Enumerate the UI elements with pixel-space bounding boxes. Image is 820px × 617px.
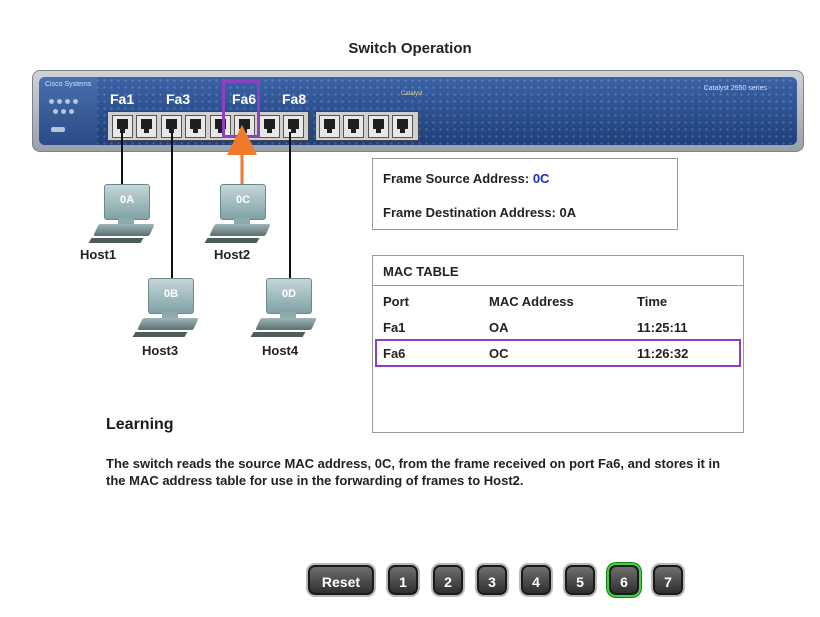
host4-computer: 0D <box>250 278 318 352</box>
keyboard-icon <box>250 332 306 337</box>
table-row-1-port: Fa1 <box>383 320 406 335</box>
new-entry-highlight <box>375 339 741 367</box>
host3-mac: 0B <box>163 288 179 300</box>
step-5-button[interactable]: 5 <box>565 565 595 595</box>
monitor-icon: 0B <box>148 278 194 314</box>
frame-source-line: Frame Source Address: 0C <box>383 171 549 186</box>
frame-source-label: Frame Source Address: <box>383 171 530 186</box>
host3-computer: 0B <box>132 278 200 352</box>
computer-base <box>255 318 317 330</box>
step-description: The switch reads the source MAC address,… <box>106 456 721 488</box>
monitor-icon: 0A <box>104 184 150 220</box>
monitor-icon: 0C <box>220 184 266 220</box>
host4-label: Host4 <box>262 343 299 358</box>
host4-mac: 0D <box>281 288 297 300</box>
column-header-port: Port <box>383 294 409 309</box>
monitor-icon: 0D <box>266 278 312 314</box>
frame-info-box: Frame Source Address: 0C Frame Destinati… <box>372 158 678 230</box>
step-6-button[interactable]: 6 <box>609 565 639 595</box>
keyboard-icon <box>132 332 188 337</box>
mac-table-header: MAC TABLE <box>373 256 743 286</box>
host2-label: Host2 <box>214 247 251 262</box>
step-4-button[interactable]: 4 <box>521 565 551 595</box>
table-row-1-time: 11:25:11 <box>637 320 688 335</box>
computer-base <box>93 224 155 236</box>
keyboard-icon <box>88 238 144 243</box>
host2-mac: 0C <box>235 194 251 206</box>
table-row-1-mac: OA <box>489 320 509 335</box>
frame-source-value: 0C <box>532 171 550 186</box>
step-3-button[interactable]: 3 <box>477 565 507 595</box>
step-1-button[interactable]: 1 <box>388 565 418 595</box>
host1-label: Host1 <box>80 247 117 262</box>
mac-table-title: MAC TABLE <box>383 264 459 279</box>
column-header-time: Time <box>637 294 668 309</box>
column-header-mac: MAC Address <box>489 294 574 309</box>
step-2-button[interactable]: 2 <box>433 565 463 595</box>
frame-destination-line: Frame Destination Address: 0A <box>383 205 577 220</box>
step-title: Learning <box>106 416 174 433</box>
host1-mac: 0A <box>119 194 135 206</box>
step-7-button[interactable]: 7 <box>653 565 683 595</box>
reset-button[interactable]: Reset <box>308 565 374 595</box>
computer-base <box>137 318 199 330</box>
host3-label: Host3 <box>142 343 179 358</box>
keyboard-icon <box>204 238 260 243</box>
computer-base <box>209 224 271 236</box>
